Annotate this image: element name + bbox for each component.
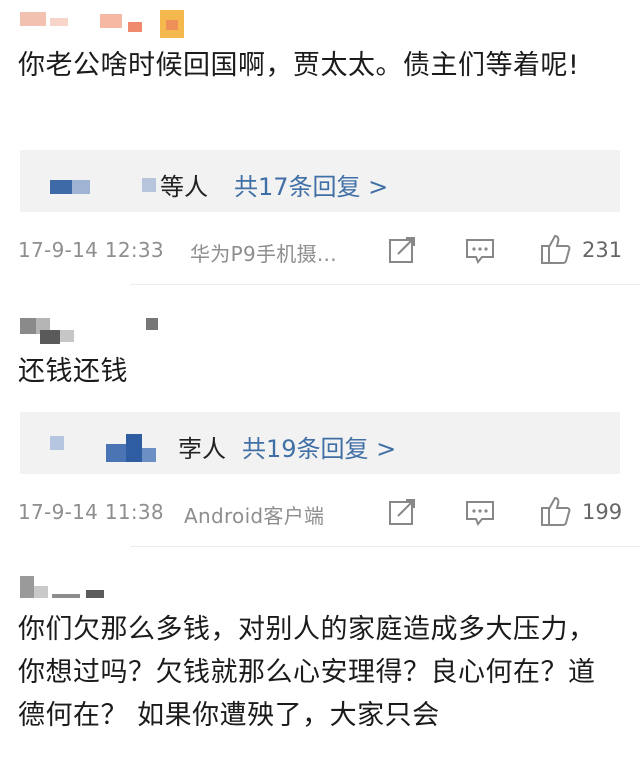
view-replies-link[interactable]: 共19条回复 >: [242, 429, 396, 464]
divider: [130, 546, 640, 547]
reply-users: 孛人: [178, 435, 226, 463]
like-count: 199: [582, 500, 623, 524]
comment-text: 你们欠那么多钱，对别人的家庭造成多大压力，你想过吗？欠钱就那么心安理得？良心何在…: [18, 614, 596, 731]
comment-timestamp: 17-9-14 11:38: [18, 500, 164, 524]
thumbs-up-icon[interactable]: [540, 233, 572, 269]
reply-preview[interactable]: 等人 共17条回复 >: [20, 150, 620, 212]
divider: [130, 284, 640, 285]
reply-users: 等人: [160, 173, 208, 201]
comment-source: Android客户端: [184, 504, 325, 528]
comment-text: 你老公啥时候回国啊，贾太太。债主们等着呢!: [18, 50, 580, 81]
share-icon[interactable]: [388, 498, 416, 530]
comment-icon[interactable]: [465, 500, 495, 530]
comment-source: 华为P9手机摄...: [190, 242, 337, 266]
reply-preview[interactable]: 孛人 共19条回复 >: [20, 412, 620, 474]
comment-text: 还钱还钱: [18, 356, 128, 387]
comment-timestamp: 17-9-14 12:33: [18, 238, 164, 262]
like-count: 231: [582, 238, 623, 262]
share-icon[interactable]: [388, 236, 416, 268]
view-replies-link[interactable]: 共17条回复 >: [234, 167, 388, 202]
comment-icon[interactable]: [465, 238, 495, 268]
thumbs-up-icon[interactable]: [540, 495, 572, 531]
